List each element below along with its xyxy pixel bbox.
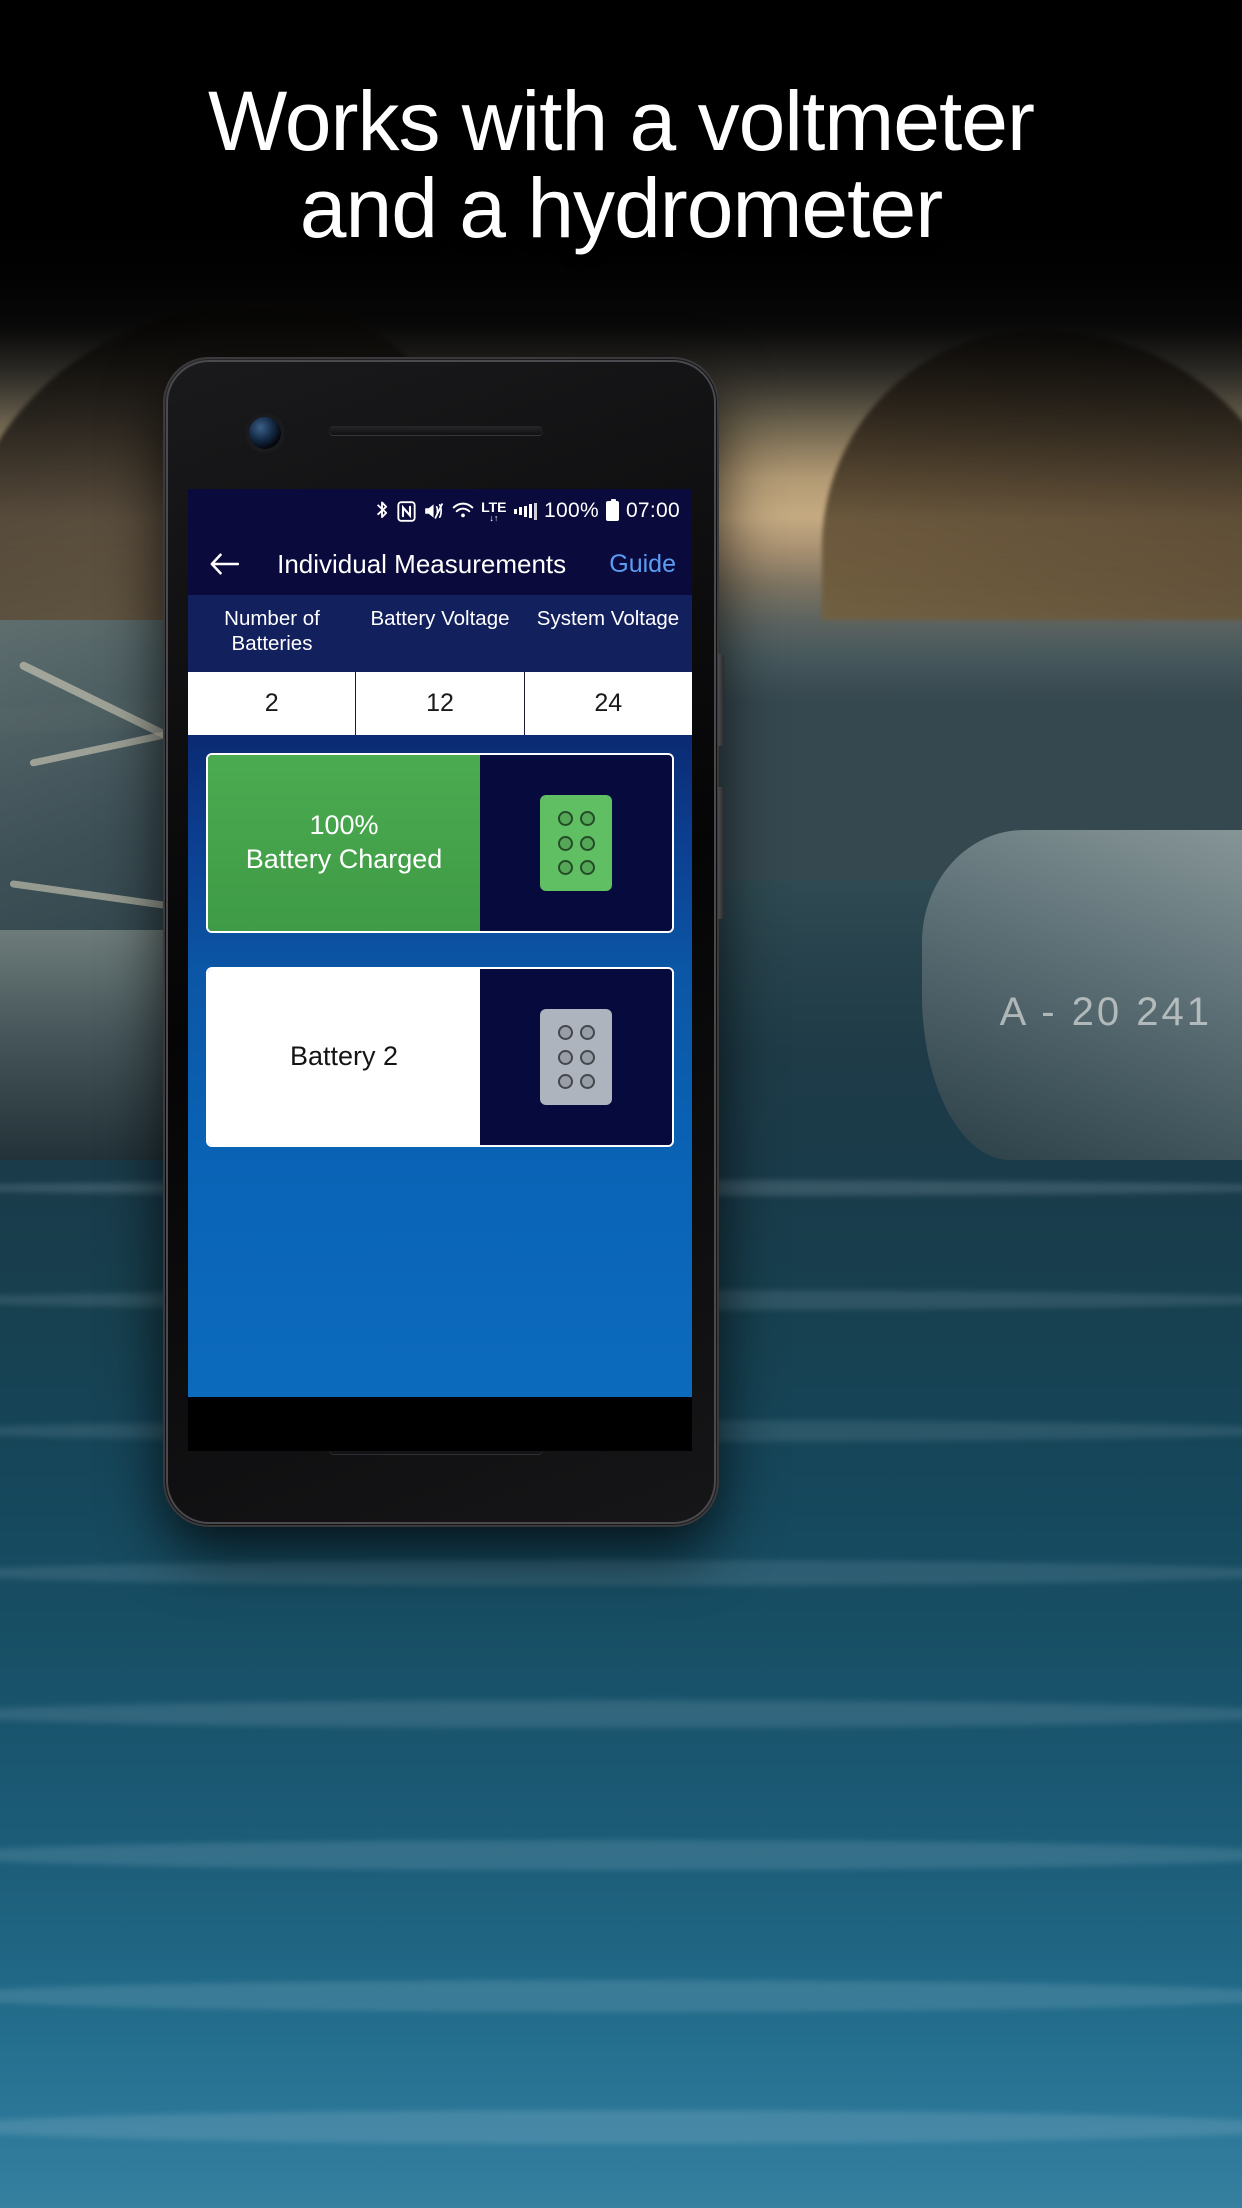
table-header-number-of-batteries: Number of Batteries [224,607,320,655]
battery-card-2-icon-pane [480,969,672,1146]
phone-mockup: LTE ↓↑ 100% 07:00 Individual Measurement… [163,357,724,1527]
promo-headline: Works with a voltmeter and a hydrometer [0,78,1242,251]
guide-link[interactable]: Guide [603,550,676,579]
app-bar: Individual Measurements Guide [188,533,692,595]
battery-card-1[interactable]: 100% Battery Charged [206,753,674,934]
page-title: Individual Measurements [277,548,567,579]
nfc-icon [397,500,416,522]
bluetooth-icon [375,500,390,522]
battery-icon [605,499,619,521]
power-button[interactable] [718,654,724,746]
front-camera-icon [249,417,281,449]
boat-registration-text: A - 20 241 [999,990,1212,1034]
measurement-table: Number of Batteries Battery Voltage Syst… [188,595,692,736]
phone-chin [188,1397,692,1451]
table-header-battery-voltage: Battery Voltage [370,607,510,630]
battery-card-1-label: 100% Battery Charged [208,755,480,932]
status-bar: LTE ↓↑ 100% 07:00 [188,489,692,533]
cell-number-of-batteries[interactable]: 2 [188,672,357,736]
back-arrow-icon[interactable] [204,544,244,584]
battery-card-1-percent: 100% [309,810,379,841]
battery-percent-label: 100% [544,499,599,522]
headline-line-2: and a hydrometer [299,160,943,255]
battery-card-1-status: Battery Charged [245,844,443,875]
wave [0,1700,1242,1728]
headline-line-1: Works with a voltmeter [208,74,1035,168]
table-row: 2 12 24 [188,672,692,736]
app-screen: LTE ↓↑ 100% 07:00 Individual Measurement… [188,489,692,1397]
signal-bars-icon [513,502,538,520]
battery-card-1-icon-pane [480,755,672,932]
cell-system-voltage[interactable]: 24 [525,672,692,735]
battery-cell-icon [540,1009,612,1106]
battery-card-2[interactable]: Battery 2 [206,967,674,1148]
cell-battery-voltage[interactable]: 12 [356,672,525,736]
wave [0,2110,1242,2144]
battery-list: 100% Battery Charged Battery 2 [188,735,692,1397]
wave [0,1840,1242,1870]
wave [0,1560,1242,1586]
battery-card-2-label: Battery 2 [208,969,480,1146]
earpiece-speaker [329,426,543,435]
wifi-icon [452,501,474,521]
lte-icon: LTE ↓↑ [481,500,506,523]
mute-icon [423,501,445,521]
table-header-system-voltage: System Voltage [536,607,680,630]
battery-cell-icon [540,795,612,892]
lte-arrows: ↓↑ [489,512,499,523]
lte-label: LTE [481,498,507,515]
clock-label: 07:00 [625,499,680,522]
table-header-row: Number of Batteries Battery Voltage Syst… [188,595,692,672]
volume-button[interactable] [718,787,724,919]
wave [0,1980,1242,2012]
battery-card-2-title: Battery 2 [289,1041,399,1072]
